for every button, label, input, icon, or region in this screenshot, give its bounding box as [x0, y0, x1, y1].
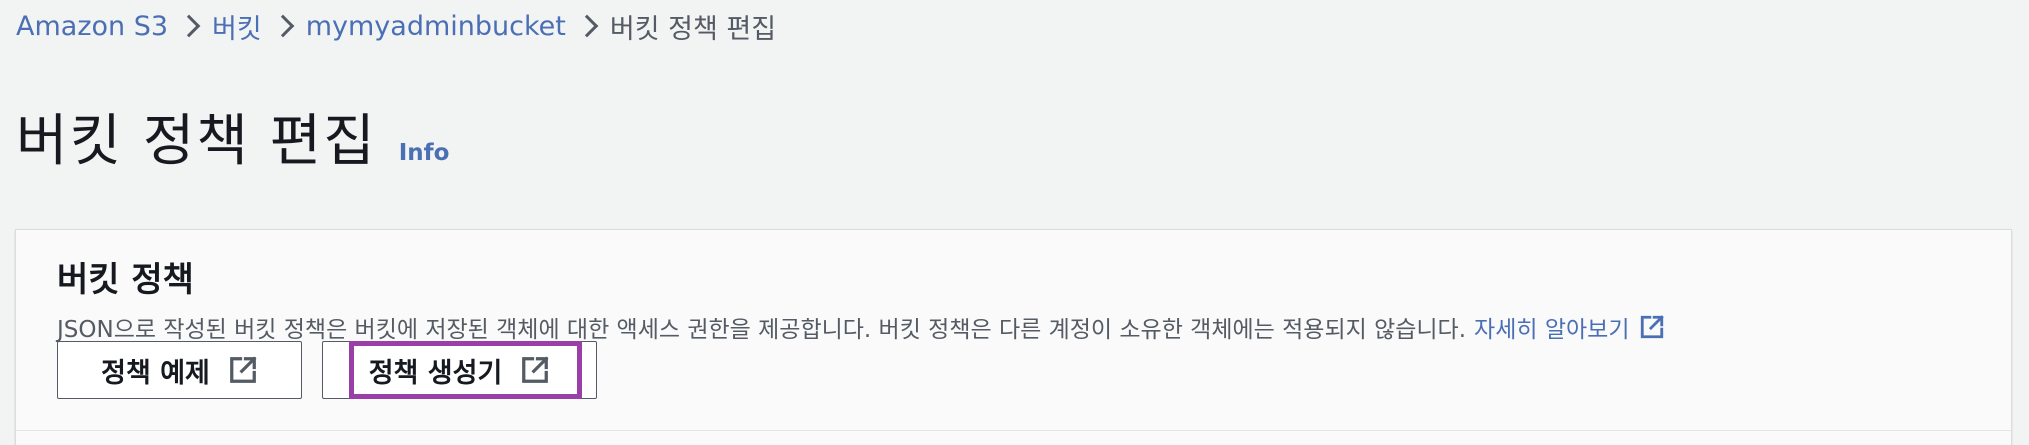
breadcrumb-item-s3[interactable]: Amazon S3 [16, 11, 168, 42]
policy-generator-label: 정책 생성기 [368, 357, 503, 389]
chevron-right-icon [168, 11, 212, 41]
page-header: 버킷 정책 편집 Info [16, 96, 449, 177]
panel-divider [16, 430, 2011, 431]
external-link-icon [520, 355, 550, 385]
page: Amazon S3 버킷 mymyadminbucket 버킷 정책 편집 버킷… [0, 0, 2029, 445]
panel-heading: 버킷 정책 [57, 260, 194, 300]
policy-examples-label: 정책 예제 [101, 357, 210, 389]
info-link[interactable]: Info [399, 140, 450, 166]
breadcrumb-item-buckets[interactable]: 버킷 [212, 7, 262, 46]
panel-description: JSON으로 작성된 버킷 정책은 버킷에 저장된 객체에 대한 액세스 권한을… [57, 310, 1665, 344]
policy-generator-button[interactable]: 정책 생성기 [322, 341, 597, 399]
chevron-right-icon [262, 11, 306, 41]
learn-more-label: 자세히 알아보기 [1474, 317, 1630, 343]
page-title: 버킷 정책 편집 [16, 109, 377, 174]
breadcrumb-item-bucket[interactable]: mymyadminbucket [306, 11, 566, 42]
chevron-right-icon [566, 11, 610, 41]
external-link-icon [1639, 314, 1665, 340]
external-link-icon [228, 355, 258, 385]
bucket-policy-panel: 버킷 정책 JSON으로 작성된 버킷 정책은 버킷에 저장된 객체에 대한 액… [15, 229, 2012, 445]
learn-more-link[interactable]: 자세히 알아보기 [1474, 310, 1665, 344]
breadcrumb: Amazon S3 버킷 mymyadminbucket 버킷 정책 편집 [16, 6, 776, 46]
policy-examples-button[interactable]: 정책 예제 [57, 341, 302, 399]
breadcrumb-current: 버킷 정책 편집 [609, 13, 777, 45]
description-text: JSON으로 작성된 버킷 정책은 버킷에 저장된 객체에 대한 액세스 권한을… [57, 317, 1467, 343]
